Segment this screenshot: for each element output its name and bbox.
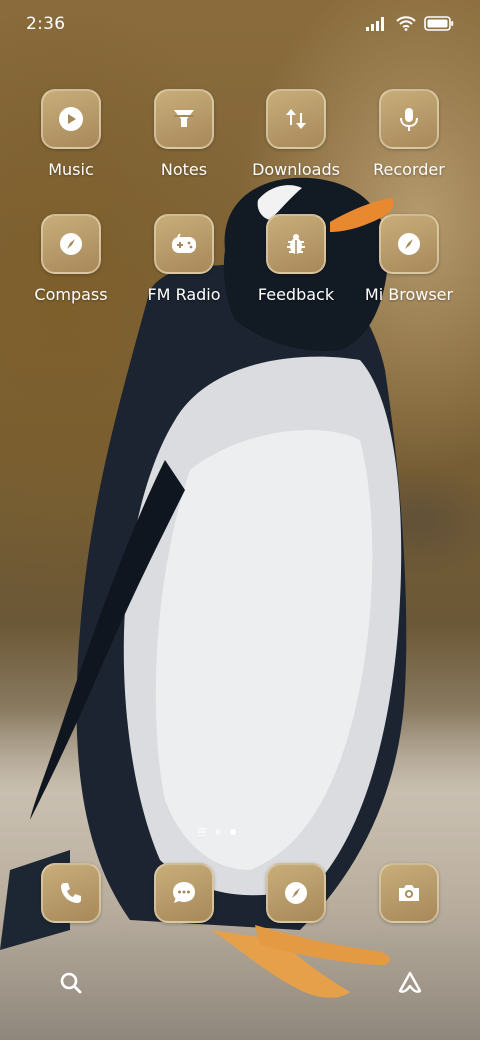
chat-icon xyxy=(173,882,195,903)
app-label-downloads: Downloads xyxy=(252,160,340,179)
app-label-feedback: Feedback xyxy=(257,285,335,304)
app-tile[interactable] xyxy=(41,863,101,923)
compass-icon xyxy=(398,233,420,255)
play-icon xyxy=(59,107,83,131)
app-label-music: Music xyxy=(48,160,94,179)
compass-icon xyxy=(285,882,307,904)
compass-icon xyxy=(60,233,82,255)
app-tile[interactable] xyxy=(266,214,326,274)
page-dot xyxy=(215,829,221,835)
status-bar: 2:36 xyxy=(0,0,480,50)
dock-phone[interactable] xyxy=(15,863,127,923)
app-label-recorder: Recorder xyxy=(373,160,445,179)
dock-camera[interactable] xyxy=(353,863,465,923)
phone-icon xyxy=(61,883,81,903)
wifi-icon xyxy=(396,16,416,31)
downloads-icon xyxy=(286,109,306,129)
app-tile[interactable] xyxy=(379,89,439,149)
app-label-compass: Compass xyxy=(34,285,108,304)
battery-icon xyxy=(424,16,454,31)
dock-browser[interactable] xyxy=(240,863,352,923)
clock-time: 2:36 xyxy=(26,14,66,34)
app-label-notes: Notes xyxy=(160,160,208,179)
app-label-fm-radio: FM Radio xyxy=(147,285,221,304)
dock-messages[interactable] xyxy=(128,863,240,923)
app-tile[interactable] xyxy=(154,89,214,149)
app-notes[interactable]: Notes xyxy=(128,89,240,179)
camera-icon xyxy=(399,885,419,901)
app-tile[interactable] xyxy=(266,863,326,923)
app-downloads[interactable]: Downloads xyxy=(240,89,352,179)
app-tile[interactable] xyxy=(41,89,101,149)
app-tile[interactable] xyxy=(154,863,214,923)
app-tile[interactable] xyxy=(266,89,326,149)
app-compass[interactable]: Compass xyxy=(15,214,127,304)
app-recorder[interactable]: Recorder xyxy=(353,89,465,179)
notes-icon xyxy=(174,110,194,127)
app-tile[interactable] xyxy=(41,214,101,274)
microphone-icon xyxy=(400,108,418,131)
app-vault-icon[interactable] xyxy=(397,970,423,996)
app-tile[interactable] xyxy=(379,863,439,923)
app-music[interactable]: Music xyxy=(15,89,127,179)
page-dot-active xyxy=(230,829,236,835)
feed-indicator-icon xyxy=(198,828,206,836)
app-tile[interactable] xyxy=(154,214,214,274)
signal-icon xyxy=(366,16,384,31)
page-indicator xyxy=(198,828,236,836)
app-mi-browser[interactable]: Mi Browser xyxy=(353,214,465,304)
app-feedback[interactable]: Feedback xyxy=(240,214,352,304)
bug-icon xyxy=(287,234,305,254)
app-tile[interactable] xyxy=(379,214,439,274)
search-icon[interactable] xyxy=(58,970,84,996)
gamepad-icon xyxy=(172,233,196,253)
app-label-mi-browser: Mi Browser xyxy=(364,285,454,304)
app-fm-radio[interactable]: FM Radio xyxy=(128,214,240,304)
